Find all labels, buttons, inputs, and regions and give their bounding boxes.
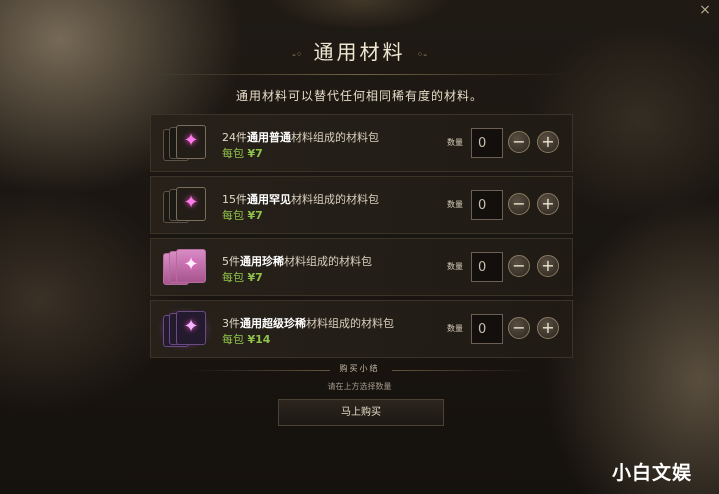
price-label: 每包 [222,147,244,160]
material-pack-row: ✦ 24件通用普通材料组成的材料包 每包 ¥7 数量 − + [150,114,573,172]
price-label: 每包 [222,271,244,284]
title-ornament-right: ◦- [416,48,428,61]
material-pack-row: ✦ 3件通用超级珍稀材料组成的材料包 每包 ¥14 数量 − + [150,300,573,358]
pack-suffix: 材料组成的材料包 [306,317,394,330]
quantity-label: 数量 [447,138,463,147]
title-divider [150,74,569,75]
header-emblem [270,0,450,30]
material-pack-row: ✦ 5件通用珍稀材料组成的材料包 每包 ¥7 数量 − + [150,238,573,296]
increase-quantity-button[interactable]: + [537,193,559,215]
pack-name: 24件通用普通材料组成的材料包 [222,129,379,145]
price-amount: ¥7 [247,147,263,160]
sparkle-icon: ✦ [183,192,199,213]
increase-quantity-button[interactable]: + [537,131,559,153]
quantity-input[interactable] [471,252,503,282]
uncommon-material-icon: ✦ [163,187,207,223]
decrease-quantity-button[interactable]: − [508,193,530,215]
purchase-summary-hint: 请在上方选择数量 [327,382,392,391]
purchase-summary-title: 购买小结 [339,364,380,373]
quantity-input[interactable] [471,190,503,220]
sparkle-icon: ✦ [183,316,199,337]
decrease-quantity-button[interactable]: − [508,255,530,277]
pack-name: 15件通用罕见材料组成的材料包 [222,191,379,207]
pack-suffix: 材料组成的材料包 [284,255,372,268]
price-amount: ¥7 [247,271,263,284]
close-icon[interactable]: × [697,2,713,18]
material-pack-list: ✦ 24件通用普通材料组成的材料包 每包 ¥7 数量 − + ✦ 15件通用罕见… [150,114,573,362]
pack-rarity: 通用普通 [247,131,291,144]
pack-price: 每包 ¥7 [222,269,263,285]
watermark: 小白文娱 [612,462,693,484]
title-ornament-left: -◦ [291,48,303,61]
price-label: 每包 [222,209,244,222]
quantity-label: 数量 [447,262,463,271]
pack-suffix: 材料组成的材料包 [291,131,379,144]
pack-price: 每包 ¥7 [222,207,263,223]
page-subtitle: 通用材料可以替代任何相同稀有度的材料。 [235,89,483,103]
decrease-quantity-button[interactable]: − [508,131,530,153]
pack-name: 5件通用珍稀材料组成的材料包 [222,253,372,269]
pack-price: 每包 ¥14 [222,331,270,347]
increase-quantity-button[interactable]: + [537,317,559,339]
common-material-icon: ✦ [163,125,207,161]
quantity-input[interactable] [471,128,503,158]
card-front: ✦ [176,311,206,345]
pack-count: 3件 [222,317,240,330]
pack-count: 5件 [222,255,240,268]
quantity-label: 数量 [447,200,463,209]
quantity-input[interactable] [471,314,503,344]
decrease-quantity-button[interactable]: − [508,317,530,339]
pack-rarity: 通用超级珍稀 [240,317,306,330]
card-front: ✦ [176,125,206,159]
epic-material-icon: ✦ [157,307,213,351]
pack-count: 15件 [222,193,247,206]
price-amount: ¥7 [247,209,263,222]
pack-count: 24件 [222,131,247,144]
pack-rarity: 通用珍稀 [240,255,284,268]
material-pack-row: ✦ 15件通用罕见材料组成的材料包 每包 ¥7 数量 − + [150,176,573,234]
pack-suffix: 材料组成的材料包 [291,193,379,206]
price-label: 每包 [222,333,244,346]
pack-price: 每包 ¥7 [222,145,263,161]
card-front: ✦ [176,187,206,221]
page-title: 通用材料 [313,40,406,64]
price-amount: ¥14 [247,333,271,346]
increase-quantity-button[interactable]: + [537,255,559,277]
buy-now-button[interactable]: 马上购买 [278,399,444,426]
quantity-label: 数量 [447,324,463,333]
pack-rarity: 通用罕见 [247,193,291,206]
sparkle-icon: ✦ [183,254,199,275]
pack-name: 3件通用超级珍稀材料组成的材料包 [222,315,394,331]
title-block: -◦ 通用材料 ◦- [0,36,719,65]
card-front: ✦ [176,249,206,283]
rare-material-icon: ✦ [163,249,207,285]
sparkle-icon: ✦ [183,130,199,151]
